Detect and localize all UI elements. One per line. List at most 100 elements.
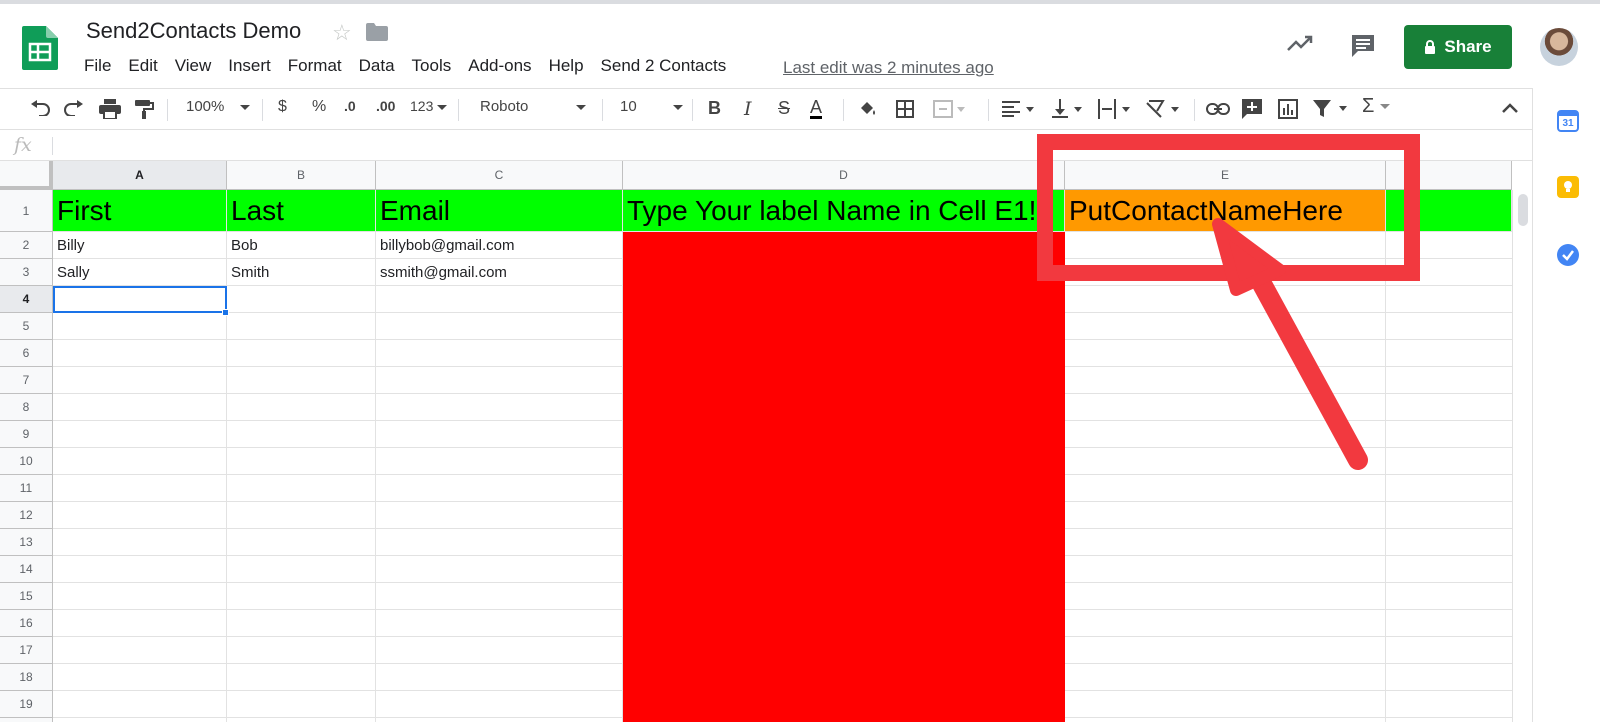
toolbar-divider	[262, 99, 263, 121]
active-cell-a4[interactable]	[53, 286, 227, 313]
menu-file[interactable]: File	[84, 56, 111, 76]
column-header-d[interactable]: D	[623, 161, 1065, 190]
borders-icon[interactable]	[896, 100, 914, 118]
row-header-18[interactable]: 18	[0, 664, 53, 691]
cell-a2[interactable]: Billy	[53, 232, 227, 259]
format-percent-button[interactable]: %	[312, 98, 326, 116]
toolbar-divider	[692, 99, 693, 121]
chevron-down-icon	[240, 104, 251, 110]
more-formats-select[interactable]: 123	[410, 98, 448, 114]
user-avatar[interactable]	[1540, 28, 1578, 66]
row-header-15[interactable]: 15	[0, 583, 53, 610]
vertical-scrollbar[interactable]	[1512, 190, 1532, 722]
format-currency-button[interactable]: $	[278, 98, 287, 116]
row-header-9[interactable]: 9	[0, 421, 53, 448]
zoom-select[interactable]: 100%	[186, 98, 251, 115]
menu-tools[interactable]: Tools	[412, 56, 452, 76]
sheets-logo-icon[interactable]	[22, 26, 58, 70]
row-header-11[interactable]: 11	[0, 475, 53, 502]
menu-insert[interactable]: Insert	[228, 56, 271, 76]
italic-button[interactable]: I	[744, 98, 752, 120]
row-header-17[interactable]: 17	[0, 637, 53, 664]
column-header-a[interactable]: A	[53, 161, 227, 190]
cell-c3[interactable]: ssmith@gmail.com	[376, 259, 623, 286]
row-header-10[interactable]: 10	[0, 448, 53, 475]
text-color-button[interactable]: A	[810, 98, 823, 119]
row-header-13[interactable]: 13	[0, 529, 53, 556]
row-header-20[interactable]: 20	[0, 718, 53, 722]
row-header-7[interactable]: 7	[0, 367, 53, 394]
tasks-icon[interactable]	[1557, 244, 1579, 266]
functions-button[interactable]: Σ	[1362, 95, 1391, 118]
cell-a1[interactable]: First	[53, 190, 227, 232]
menu-view[interactable]: View	[175, 56, 212, 76]
paint-format-icon[interactable]	[134, 99, 154, 119]
filter-icon[interactable]	[1313, 100, 1353, 118]
keep-icon[interactable]	[1557, 176, 1579, 198]
toolbar: 100% $ % .0 .00 123 Roboto 10 B I S A Σ	[0, 88, 1532, 130]
document-title[interactable]: Send2Contacts Demo	[86, 18, 301, 44]
insert-link-icon[interactable]	[1206, 102, 1230, 116]
collapse-toolbar-icon[interactable]	[1502, 103, 1518, 113]
row-header-8[interactable]: 8	[0, 394, 53, 421]
increase-decimal-button[interactable]: .00	[376, 98, 395, 114]
menu-send-2-contacts[interactable]: Send 2 Contacts	[601, 56, 727, 76]
scrollbar-thumb[interactable]	[1518, 194, 1528, 226]
row-header-5[interactable]: 5	[0, 313, 53, 340]
more-formats-label: 123	[410, 98, 434, 114]
cell-b3[interactable]: Smith	[227, 259, 376, 286]
menu-format[interactable]: Format	[288, 56, 342, 76]
chevron-down-icon	[672, 104, 683, 110]
row-header-16[interactable]: 16	[0, 610, 53, 637]
fill-color-icon[interactable]	[858, 99, 878, 119]
comment-icon[interactable]	[1350, 33, 1376, 59]
undo-icon[interactable]	[30, 100, 50, 116]
font-size-select[interactable]: 10	[620, 98, 683, 115]
column-header-c[interactable]: C	[376, 161, 623, 190]
insert-chart-icon[interactable]	[1278, 99, 1298, 119]
last-edit-link[interactable]: Last edit was 2 minutes ago	[783, 58, 994, 78]
menu-help[interactable]: Help	[549, 56, 584, 76]
cell-b1[interactable]: Last	[227, 190, 376, 232]
print-icon[interactable]	[99, 99, 121, 119]
row-header-1[interactable]: 1	[0, 190, 53, 232]
cell-c1[interactable]: Email	[376, 190, 623, 232]
bold-button[interactable]: B	[708, 98, 721, 119]
select-all-corner[interactable]	[0, 161, 53, 190]
row-header-6[interactable]: 6	[0, 340, 53, 367]
star-icon[interactable]: ☆	[332, 20, 352, 46]
row-header-12[interactable]: 12	[0, 502, 53, 529]
cell-c2[interactable]: billybob@gmail.com	[376, 232, 623, 259]
red-filled-range[interactable]	[623, 232, 1065, 722]
text-wrapping-icon[interactable]	[1098, 99, 1134, 119]
menu-add-ons[interactable]: Add-ons	[468, 56, 531, 76]
row-header-2[interactable]: 2	[0, 232, 53, 259]
side-panel: 31	[1532, 88, 1600, 722]
share-button[interactable]: Share	[1404, 25, 1512, 69]
chevron-down-icon	[1380, 104, 1391, 110]
insert-comment-icon[interactable]	[1242, 99, 1262, 119]
activity-trend-icon[interactable]	[1287, 34, 1313, 52]
menu-data[interactable]: Data	[359, 56, 395, 76]
cell-b2[interactable]: Bob	[227, 232, 376, 259]
column-header-b[interactable]: B	[227, 161, 376, 190]
toolbar-divider	[458, 99, 459, 121]
row-header-4[interactable]: 4	[0, 286, 53, 313]
horizontal-align-icon[interactable]	[1002, 101, 1038, 117]
cell-d1[interactable]: Type Your label Name in Cell E1!	[623, 190, 1065, 232]
calendar-icon[interactable]: 31	[1557, 110, 1579, 132]
row-header-14[interactable]: 14	[0, 556, 53, 583]
strikethrough-button[interactable]: S	[778, 98, 790, 119]
decrease-decimal-button[interactable]: .0	[344, 98, 356, 114]
vertical-align-icon[interactable]	[1052, 99, 1086, 119]
merge-cells-icon[interactable]	[933, 100, 967, 118]
folder-icon[interactable]	[366, 23, 388, 41]
text-rotation-icon[interactable]	[1145, 99, 1183, 119]
fill-handle[interactable]	[222, 309, 229, 316]
redo-icon[interactable]	[64, 100, 84, 116]
row-header-3[interactable]: 3	[0, 259, 53, 286]
cell-a3[interactable]: Sally	[53, 259, 227, 286]
row-header-19[interactable]: 19	[0, 691, 53, 718]
font-family-select[interactable]: Roboto	[480, 98, 587, 115]
menu-edit[interactable]: Edit	[128, 56, 157, 76]
